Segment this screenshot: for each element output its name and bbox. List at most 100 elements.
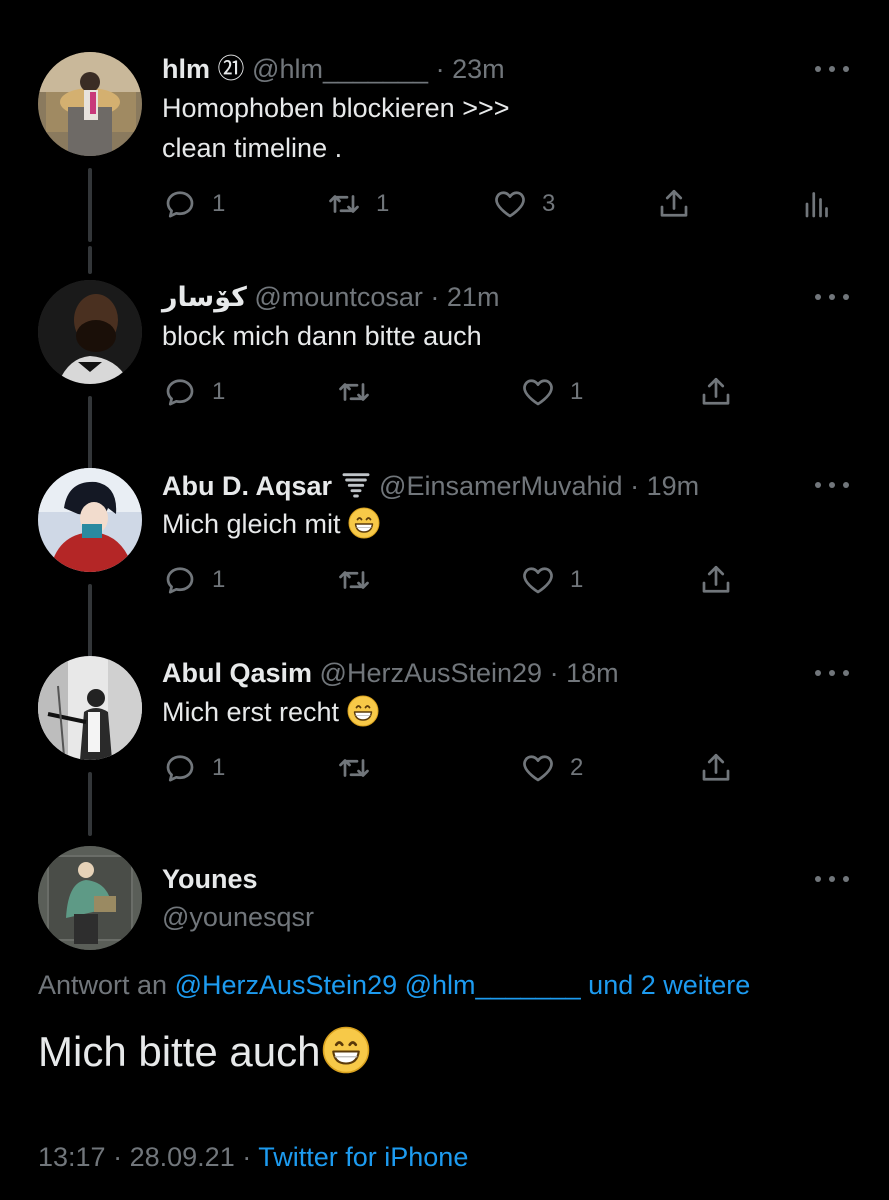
retweet-count: 1 xyxy=(376,190,390,217)
more-icon[interactable] xyxy=(815,290,849,304)
analytics-icon xyxy=(798,186,834,222)
thread-line xyxy=(88,772,92,836)
share-button[interactable] xyxy=(698,748,734,788)
display-name[interactable]: hlm xyxy=(162,54,210,84)
share-button[interactable] xyxy=(698,372,734,412)
like-button[interactable]: 1 xyxy=(520,560,583,600)
handle[interactable]: @hlm_______ xyxy=(252,54,428,84)
analytics-button[interactable] xyxy=(798,184,834,224)
timestamp[interactable]: 21m xyxy=(447,282,500,312)
reply-icon xyxy=(162,374,198,410)
retweet-button[interactable] xyxy=(336,748,372,788)
action-bar: 1 1 xyxy=(162,560,842,600)
reply-count: 1 xyxy=(212,754,226,781)
retweet-icon xyxy=(336,374,372,410)
display-name[interactable]: Abu D. Aqsar xyxy=(162,471,332,501)
like-count: 1 xyxy=(570,566,584,593)
like-button[interactable]: 2 xyxy=(520,748,583,788)
more-icon[interactable] xyxy=(815,62,849,76)
reply-to-prefix: Antwort an xyxy=(38,970,168,1000)
tweet-text-line: clean timeline . xyxy=(162,133,343,163)
action-bar: 1 2 xyxy=(162,748,842,788)
reply-icon xyxy=(162,186,198,222)
more-icon[interactable] xyxy=(815,872,849,886)
retweet-icon xyxy=(326,186,362,222)
separator-dot: · xyxy=(430,282,440,312)
grinning-face-emoji-icon xyxy=(347,695,379,727)
tornado-icon xyxy=(340,468,372,500)
tweet-text-line: Mich gleich mit xyxy=(162,509,341,539)
like-count: 2 xyxy=(570,754,584,781)
avatar[interactable] xyxy=(38,468,142,572)
display-name[interactable]: Younes xyxy=(162,862,258,896)
handle[interactable]: @mountcosar xyxy=(254,282,422,312)
thread-line xyxy=(88,168,92,242)
reply-to-link[interactable]: @hlm_______ xyxy=(405,970,581,1000)
separator-dot: · xyxy=(113,1142,123,1172)
avatar[interactable] xyxy=(38,52,142,156)
tweet-1[interactable]: hlm ㉑ @hlm_______ · 23m Homophoben block… xyxy=(0,52,889,242)
handle[interactable]: @younesqsr xyxy=(162,900,314,934)
thread-line xyxy=(88,246,92,274)
more-icon[interactable] xyxy=(815,478,849,492)
tweet-2[interactable]: كۆسار @mountcosar · 21m block mich dann … xyxy=(0,246,889,470)
action-bar: 1 1 xyxy=(162,372,842,412)
tweet-text-line: Homophoben blockieren >>> xyxy=(162,93,510,123)
timestamp[interactable]: 23m xyxy=(452,54,505,84)
action-bar: 1 1 3 xyxy=(162,184,842,224)
tweet-text: Mich erst recht xyxy=(162,692,379,732)
tweet-meta: 13:17 · 28.09.21 · Twitter for iPhone xyxy=(38,1140,468,1174)
tweet-text-line: Mich erst recht xyxy=(162,697,340,727)
heart-icon xyxy=(492,186,528,222)
like-count: 3 xyxy=(542,190,556,217)
separator-dot: · xyxy=(549,658,559,688)
reply-to-link[interactable]: @HerzAusStein29 xyxy=(175,970,398,1000)
avatar[interactable] xyxy=(38,656,142,760)
share-icon xyxy=(698,750,734,786)
tweet-header: hlm ㉑ @hlm_______ · 23m xyxy=(162,52,505,86)
reply-button[interactable]: 1 xyxy=(162,748,225,788)
tweet-text-line: block mich dann bitte auch xyxy=(162,321,482,351)
handle[interactable]: @EinsamerMuvahid xyxy=(379,471,623,501)
retweet-button[interactable] xyxy=(336,560,372,600)
retweet-button[interactable] xyxy=(336,372,372,412)
share-button[interactable] xyxy=(656,184,692,224)
reply-button[interactable]: 1 xyxy=(162,560,225,600)
tweet-header: Abu D. Aqsar @EinsamerMuvahid · 19m xyxy=(162,468,699,503)
avatar[interactable] xyxy=(38,846,142,950)
avatar[interactable] xyxy=(38,280,142,384)
display-name[interactable]: Abul Qasim xyxy=(162,658,312,688)
tweet-text: Mich gleich mit xyxy=(162,504,380,544)
like-button[interactable]: 3 xyxy=(492,184,555,224)
display-name[interactable]: كۆسار xyxy=(162,282,247,312)
tweet-source-link[interactable]: Twitter for iPhone xyxy=(258,1142,468,1172)
reply-to-more-link[interactable]: und 2 weitere xyxy=(588,970,750,1000)
tweet-date: 28.09.21 xyxy=(129,1142,235,1172)
separator-dot: · xyxy=(435,54,445,84)
share-icon xyxy=(698,374,734,410)
reply-count: 1 xyxy=(212,190,226,217)
reply-icon xyxy=(162,750,198,786)
tweet-header: كۆسار @mountcosar · 21m xyxy=(162,280,499,314)
retweet-icon xyxy=(336,562,372,598)
like-button[interactable]: 1 xyxy=(520,372,583,412)
timestamp[interactable]: 18m xyxy=(566,658,619,688)
tweet-3[interactable]: Abu D. Aqsar @EinsamerMuvahid · 19m Mich… xyxy=(0,468,889,658)
share-icon xyxy=(656,186,692,222)
share-button[interactable] xyxy=(698,560,734,600)
like-count: 1 xyxy=(570,378,584,405)
thread-line xyxy=(88,396,92,470)
timestamp[interactable]: 19m xyxy=(647,471,700,501)
separator-dot: · xyxy=(630,471,640,501)
reply-button[interactable]: 1 xyxy=(162,184,225,224)
retweet-button[interactable]: 1 xyxy=(326,184,389,224)
more-icon[interactable] xyxy=(815,666,849,680)
handle[interactable]: @HerzAusStein29 xyxy=(320,658,543,688)
grinning-face-emoji-icon xyxy=(322,1026,370,1074)
tweet-time: 13:17 xyxy=(38,1142,106,1172)
tweet-4[interactable]: Abul Qasim @HerzAusStein29 · 18m Mich er… xyxy=(0,656,889,846)
main-tweet-text: Mich bitte auch xyxy=(38,1024,370,1080)
reply-count: 1 xyxy=(212,378,226,405)
reply-to-line: Antwort an @HerzAusStein29 @hlm_______ u… xyxy=(38,968,750,1002)
reply-button[interactable]: 1 xyxy=(162,372,225,412)
